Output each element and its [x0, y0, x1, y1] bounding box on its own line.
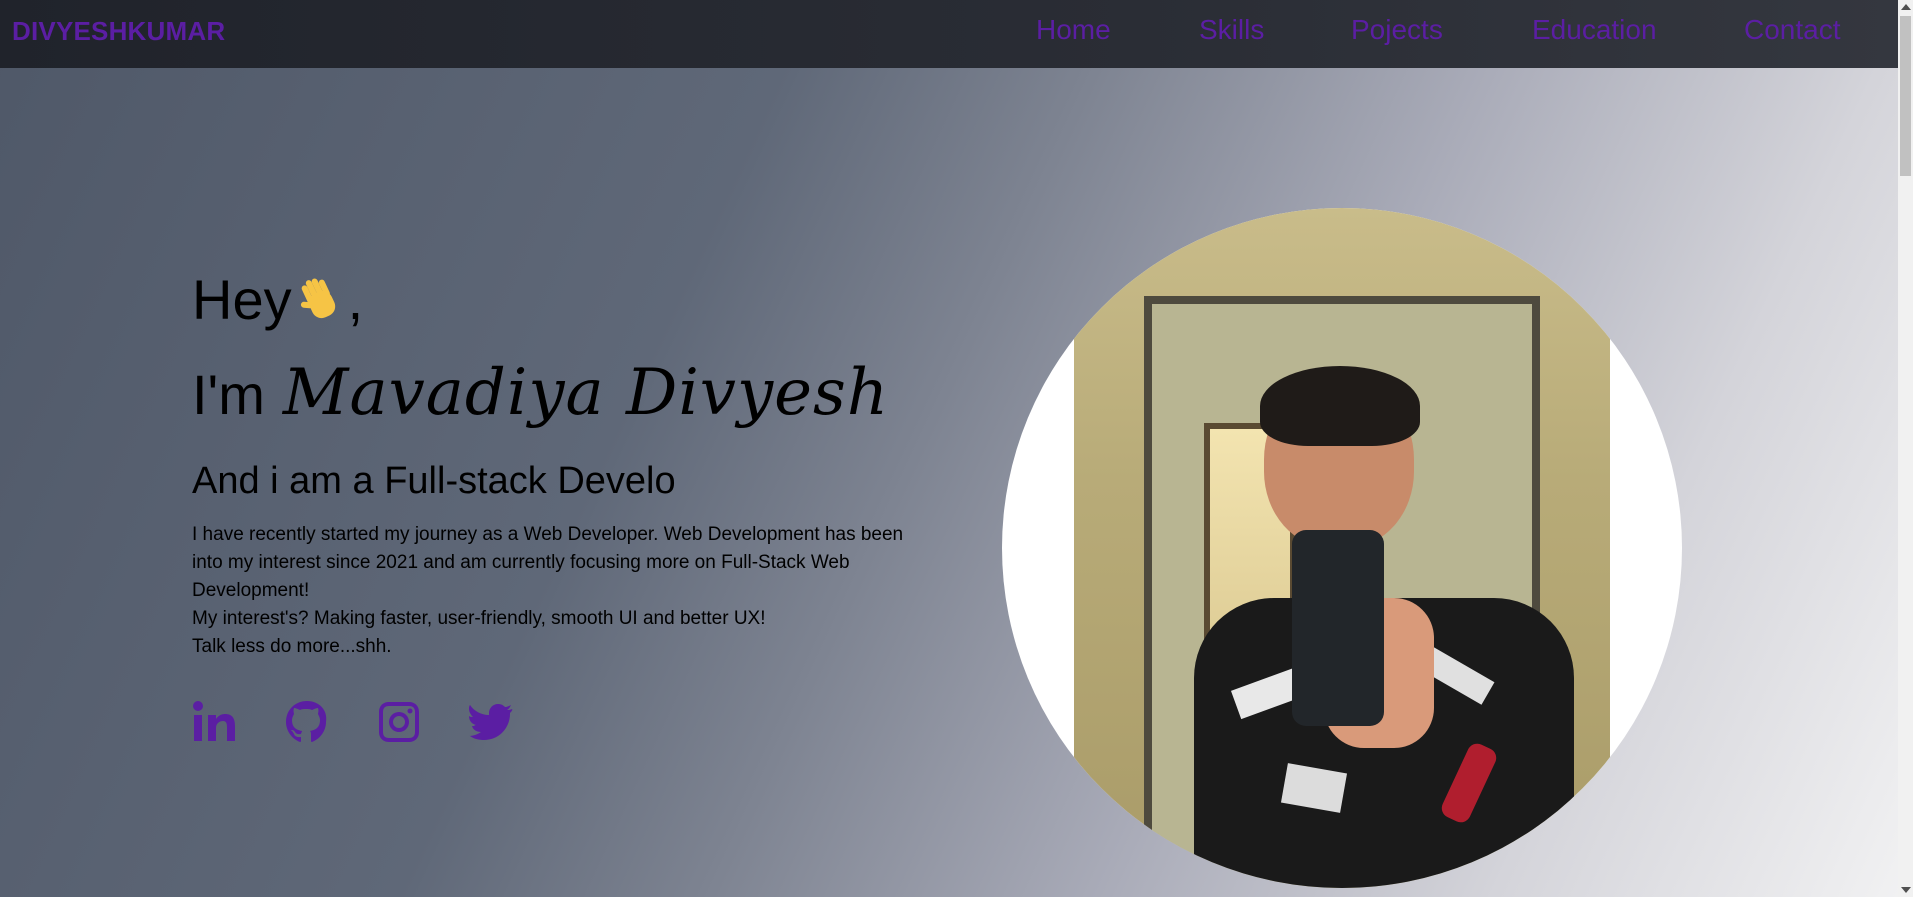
bio-paragraph: My interest's? Making faster, user-frien… [192, 608, 766, 629]
vertical-scrollbar[interactable] [1898, 0, 1913, 897]
nav-link-skills[interactable]: Skills [1199, 14, 1264, 46]
social-links [192, 699, 912, 745]
nav-link-contact[interactable]: Contact [1744, 14, 1841, 46]
phone-camera [1292, 530, 1384, 726]
waving-hand-icon [294, 274, 346, 326]
greeting-comma: , [347, 268, 364, 331]
brand-logo[interactable]: DIVYESHKUMAR [12, 16, 225, 47]
nav-link-projects[interactable]: Pojects [1351, 14, 1443, 46]
role-typewriter: And i am a Full-stack Develo [192, 460, 676, 502]
bio-text: I have recently started my journey as a … [192, 521, 912, 661]
profile-photo [1002, 208, 1682, 888]
scrollbar-thumb[interactable] [1900, 16, 1911, 176]
nav-link-home[interactable]: Home [1036, 14, 1111, 46]
linkedin-icon[interactable] [192, 699, 238, 745]
scroll-down-arrow-icon[interactable] [1901, 887, 1911, 893]
intro-heading: I'm Mavadiya Divyesh [192, 356, 912, 430]
instagram-icon[interactable] [376, 699, 422, 745]
greeting-text: Hey [192, 268, 292, 331]
author-name: Mavadiya Divyesh [282, 356, 890, 430]
nav-link-education[interactable]: Education [1532, 14, 1657, 46]
bio-paragraph: Talk less do more...shh. [192, 636, 392, 657]
bio-paragraph: I have recently started my journey as a … [192, 524, 904, 601]
intro-prefix: I'm [192, 363, 265, 426]
github-icon[interactable] [284, 699, 330, 745]
greeting-heading: Hey , [192, 272, 912, 328]
twitter-icon[interactable] [468, 699, 514, 745]
hero-section: Hey , I'm Mavadiya Divyesh And i am a Fu… [192, 272, 912, 745]
profile-photo-image [1074, 208, 1610, 888]
scroll-up-arrow-icon[interactable] [1901, 4, 1911, 10]
navbar: DIVYESHKUMAR Home Skills Pojects Educati… [0, 0, 1898, 68]
